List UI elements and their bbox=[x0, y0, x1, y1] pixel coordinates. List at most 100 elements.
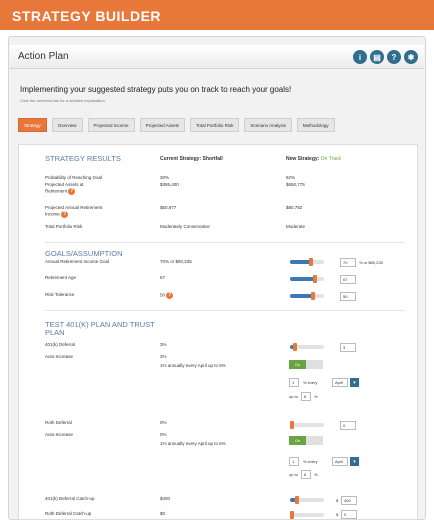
roth-catchup-input[interactable]: 0 bbox=[341, 510, 357, 519]
goal-label-risk: Risk Tolerance bbox=[45, 292, 75, 297]
income-goal-input[interactable]: 70 bbox=[340, 258, 356, 267]
month-select-2[interactable]: April bbox=[332, 457, 348, 466]
upto-percent: % bbox=[314, 394, 318, 399]
status-headline: Implementing your suggested strategy put… bbox=[20, 85, 292, 94]
result-current-income: $50,877 bbox=[160, 205, 177, 210]
slider-handle[interactable] bbox=[295, 496, 299, 504]
auto-increase-toggle[interactable]: On bbox=[289, 360, 323, 369]
chevron-down-icon[interactable]: ▾ bbox=[350, 378, 359, 387]
increment-text: % every bbox=[303, 380, 318, 385]
tab-scenario-analysis[interactable]: Scenario Analysis bbox=[244, 118, 292, 132]
plan-value-roth-catchup: $0 bbox=[160, 511, 166, 516]
page-header: Action Plan i ▤ ? ✱ bbox=[10, 45, 424, 69]
goals-heading: GOALS/ASSUMPTION bbox=[45, 249, 123, 258]
plan-label-roth-catchup: Roth Deferral Catch-up bbox=[45, 511, 92, 516]
result-new-assets: $650,775 bbox=[286, 182, 305, 187]
plan-label-auto-increase-2: Auto-Increase bbox=[45, 432, 74, 437]
tab-overview[interactable]: Overview bbox=[51, 118, 83, 132]
plan-note-auto-increase: 1% annually every April up to 6% bbox=[160, 363, 226, 368]
risk-tolerance-input[interactable]: 50 bbox=[340, 292, 356, 301]
increment-text-2: % every bbox=[303, 459, 318, 464]
header-icons: i ▤ ? ✱ bbox=[353, 50, 418, 64]
tab-projected-assets[interactable]: Projected Assets bbox=[139, 118, 186, 132]
result-current-risk: Moderately Conservative bbox=[160, 224, 210, 229]
help-icon[interactable]: ? bbox=[387, 50, 401, 64]
section-divider bbox=[45, 242, 405, 243]
results-heading: STRATEGY RESULTS bbox=[45, 154, 121, 163]
plan-value-auto-increase-2: 0% bbox=[160, 432, 167, 437]
retirement-age-input[interactable]: 67 bbox=[340, 275, 356, 284]
app-bar: STRATEGY BUILDER bbox=[0, 0, 434, 30]
goal-label-age: Retirement Age bbox=[45, 275, 77, 280]
income-goal-slider[interactable] bbox=[290, 258, 324, 266]
result-label-assets: Projected Assets at Retirement ? bbox=[45, 182, 105, 195]
upto-text-2: up to bbox=[289, 472, 298, 477]
result-label-probability: Probability of Reaching Goal bbox=[45, 175, 103, 180]
goal-value-age: 67 bbox=[160, 275, 166, 280]
app-title: STRATEGY BUILDER bbox=[12, 8, 162, 24]
roth-catchup-dollar: $ bbox=[336, 512, 339, 517]
goal-value-risk: 50 ? bbox=[160, 292, 174, 299]
deferral-input[interactable]: 3 bbox=[340, 343, 356, 352]
current-strategy-heading: Current Strategy: Shortfall bbox=[160, 156, 223, 162]
result-new-income: $80,782 bbox=[286, 205, 303, 210]
toggle-on[interactable]: On bbox=[289, 436, 306, 445]
tab-total-portfolio-risk[interactable]: Total Portfolio Risk bbox=[190, 118, 240, 132]
goal-label-income: Annual Retirement Income Goal bbox=[45, 259, 110, 264]
roth-input[interactable]: 0 bbox=[340, 421, 356, 430]
page-title: Action Plan bbox=[18, 51, 69, 62]
upto-input[interactable]: 6 bbox=[301, 392, 311, 401]
auto-increase-toggle-2[interactable]: On bbox=[289, 436, 323, 445]
result-new-probability: 92% bbox=[286, 175, 296, 180]
tab-methodology[interactable]: Methodology bbox=[296, 118, 335, 132]
slider-handle[interactable] bbox=[290, 511, 294, 519]
result-label-income-text: Projected Annual Retirement Income bbox=[45, 205, 103, 217]
slider-handle[interactable] bbox=[309, 258, 313, 266]
slider-handle[interactable] bbox=[293, 343, 297, 351]
deferral-slider[interactable] bbox=[290, 343, 324, 351]
income-goal-suffix: % or $80,235 bbox=[359, 260, 383, 265]
result-current-probability: 30% bbox=[160, 175, 170, 180]
result-new-risk: Moderate bbox=[286, 224, 306, 229]
retirement-age-slider[interactable] bbox=[290, 275, 324, 283]
result-label-income: Projected Annual Retirement Income ? bbox=[45, 205, 115, 218]
slider-handle[interactable] bbox=[290, 421, 294, 429]
toggle-off[interactable] bbox=[306, 360, 323, 369]
info-icon[interactable]: i bbox=[353, 50, 367, 64]
toggle-on[interactable]: On bbox=[289, 360, 306, 369]
increment-input-2[interactable]: 1 bbox=[289, 457, 299, 466]
goal-value-income: 70% or $80,235 bbox=[160, 259, 192, 264]
section-divider bbox=[45, 310, 405, 311]
plan-label-auto-increase: Auto-Increase bbox=[45, 354, 74, 359]
tab-strategy[interactable]: Strategy bbox=[18, 118, 47, 132]
print-icon[interactable]: ▤ bbox=[370, 50, 384, 64]
roth-slider[interactable] bbox=[290, 421, 324, 429]
slider-handle[interactable] bbox=[311, 292, 315, 300]
upto-text: up to bbox=[289, 394, 298, 399]
plan-heading: TEST 401(K) PLAN AND TRUST PLAN bbox=[45, 320, 155, 337]
help-question-icon[interactable]: ? bbox=[61, 210, 69, 218]
risk-tolerance-slider[interactable] bbox=[290, 292, 324, 300]
month-select[interactable]: April bbox=[332, 378, 348, 387]
plan-value-roth: 0% bbox=[160, 420, 167, 425]
tab-projected-income[interactable]: Projected Income bbox=[87, 118, 135, 132]
plan-value-auto-increase: 3% bbox=[160, 354, 167, 359]
increment-input[interactable]: 1 bbox=[289, 378, 299, 387]
result-label-assets-text: Projected Assets at Retirement bbox=[45, 182, 84, 194]
help-question-icon[interactable]: ? bbox=[166, 292, 174, 299]
slider-fill bbox=[290, 277, 314, 281]
toggle-off[interactable] bbox=[306, 436, 323, 445]
slider-handle[interactable] bbox=[313, 275, 317, 283]
tab-bar: Strategy Overview Projected Income Proje… bbox=[18, 118, 422, 132]
chevron-down-icon[interactable]: ▾ bbox=[350, 457, 359, 466]
catchup-slider[interactable] bbox=[290, 496, 324, 504]
settings-icon[interactable]: ✱ bbox=[404, 50, 418, 64]
status-subline: Click the overview tab for a detailed ex… bbox=[20, 98, 105, 103]
upto-input-2[interactable]: 6 bbox=[301, 470, 311, 479]
plan-label-roth: Roth Deferral bbox=[45, 420, 72, 425]
roth-catchup-slider[interactable] bbox=[290, 511, 324, 519]
plan-label-catchup: 401(k) Deferral Catch-up bbox=[45, 496, 95, 501]
catchup-input[interactable]: 400 bbox=[341, 496, 357, 505]
help-question-icon[interactable]: ? bbox=[68, 187, 76, 195]
new-strategy-status: On Track bbox=[320, 156, 342, 162]
